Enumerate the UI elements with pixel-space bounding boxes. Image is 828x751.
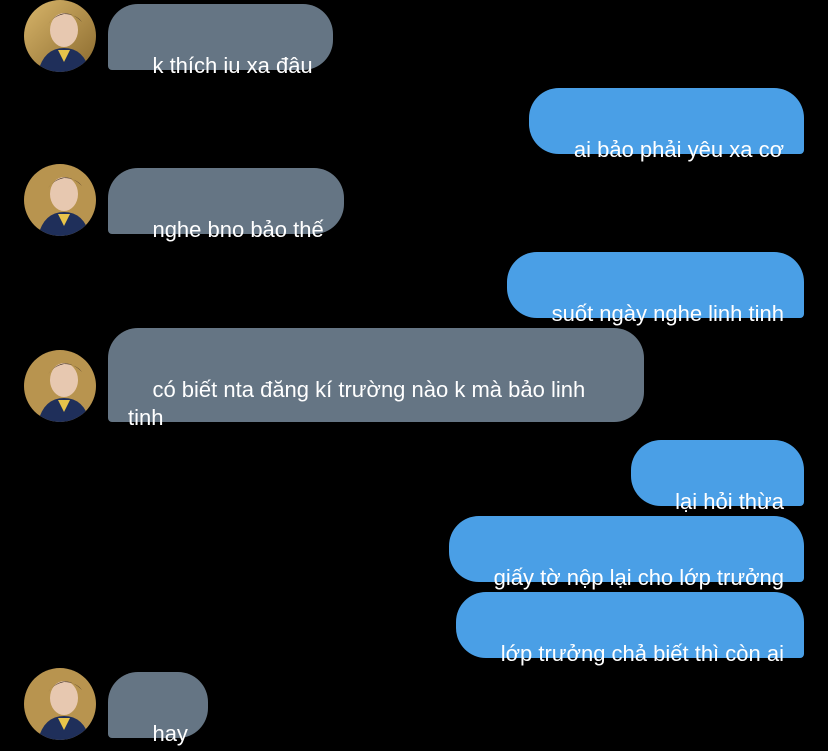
- contact-avatar[interactable]: [24, 668, 96, 740]
- message-text: giấy tờ nộp lại cho lớp trưởng: [493, 565, 784, 590]
- message-bubble-outgoing[interactable]: lại hỏi thừa: [630, 440, 804, 514]
- message-bubble-outgoing[interactable]: ai bảo phải yêu xa cơ: [529, 88, 804, 162]
- message-text: nghe bno bảo thế: [152, 217, 324, 242]
- message-bubble-incoming[interactable]: hay: [108, 672, 208, 746]
- contact-avatar[interactable]: [24, 350, 96, 422]
- message-bubble-incoming[interactable]: nghe bno bảo thế: [108, 168, 344, 242]
- message-bubble-incoming[interactable]: k thích iu xa đâu: [108, 4, 333, 78]
- message-text: k thích iu xa đâu: [152, 53, 313, 78]
- message-bubble-outgoing[interactable]: lớp trưởng chả biết thì còn ai: [456, 592, 804, 666]
- contact-avatar[interactable]: [24, 0, 96, 72]
- message-text: suốt ngày nghe linh tinh: [551, 301, 784, 326]
- message-bubble-outgoing[interactable]: suốt ngày nghe linh tinh: [507, 252, 804, 326]
- message-bubble-incoming[interactable]: có biết nta đăng kí trường nào k mà bảo …: [108, 328, 644, 430]
- message-text: lớp trưởng chả biết thì còn ai: [500, 641, 784, 666]
- message-text: hay: [152, 721, 188, 746]
- message-text: lại hỏi thừa: [675, 489, 784, 514]
- chat-thread: k thích iu xa đâu ai bảo phải yêu xa cơ …: [0, 0, 828, 751]
- message-text: có biết nta đăng kí trường nào k mà bảo …: [128, 377, 592, 430]
- message-bubble-outgoing[interactable]: giấy tờ nộp lại cho lớp trưởng: [449, 516, 804, 590]
- message-text: ai bảo phải yêu xa cơ: [573, 137, 784, 162]
- contact-avatar[interactable]: [24, 164, 96, 236]
